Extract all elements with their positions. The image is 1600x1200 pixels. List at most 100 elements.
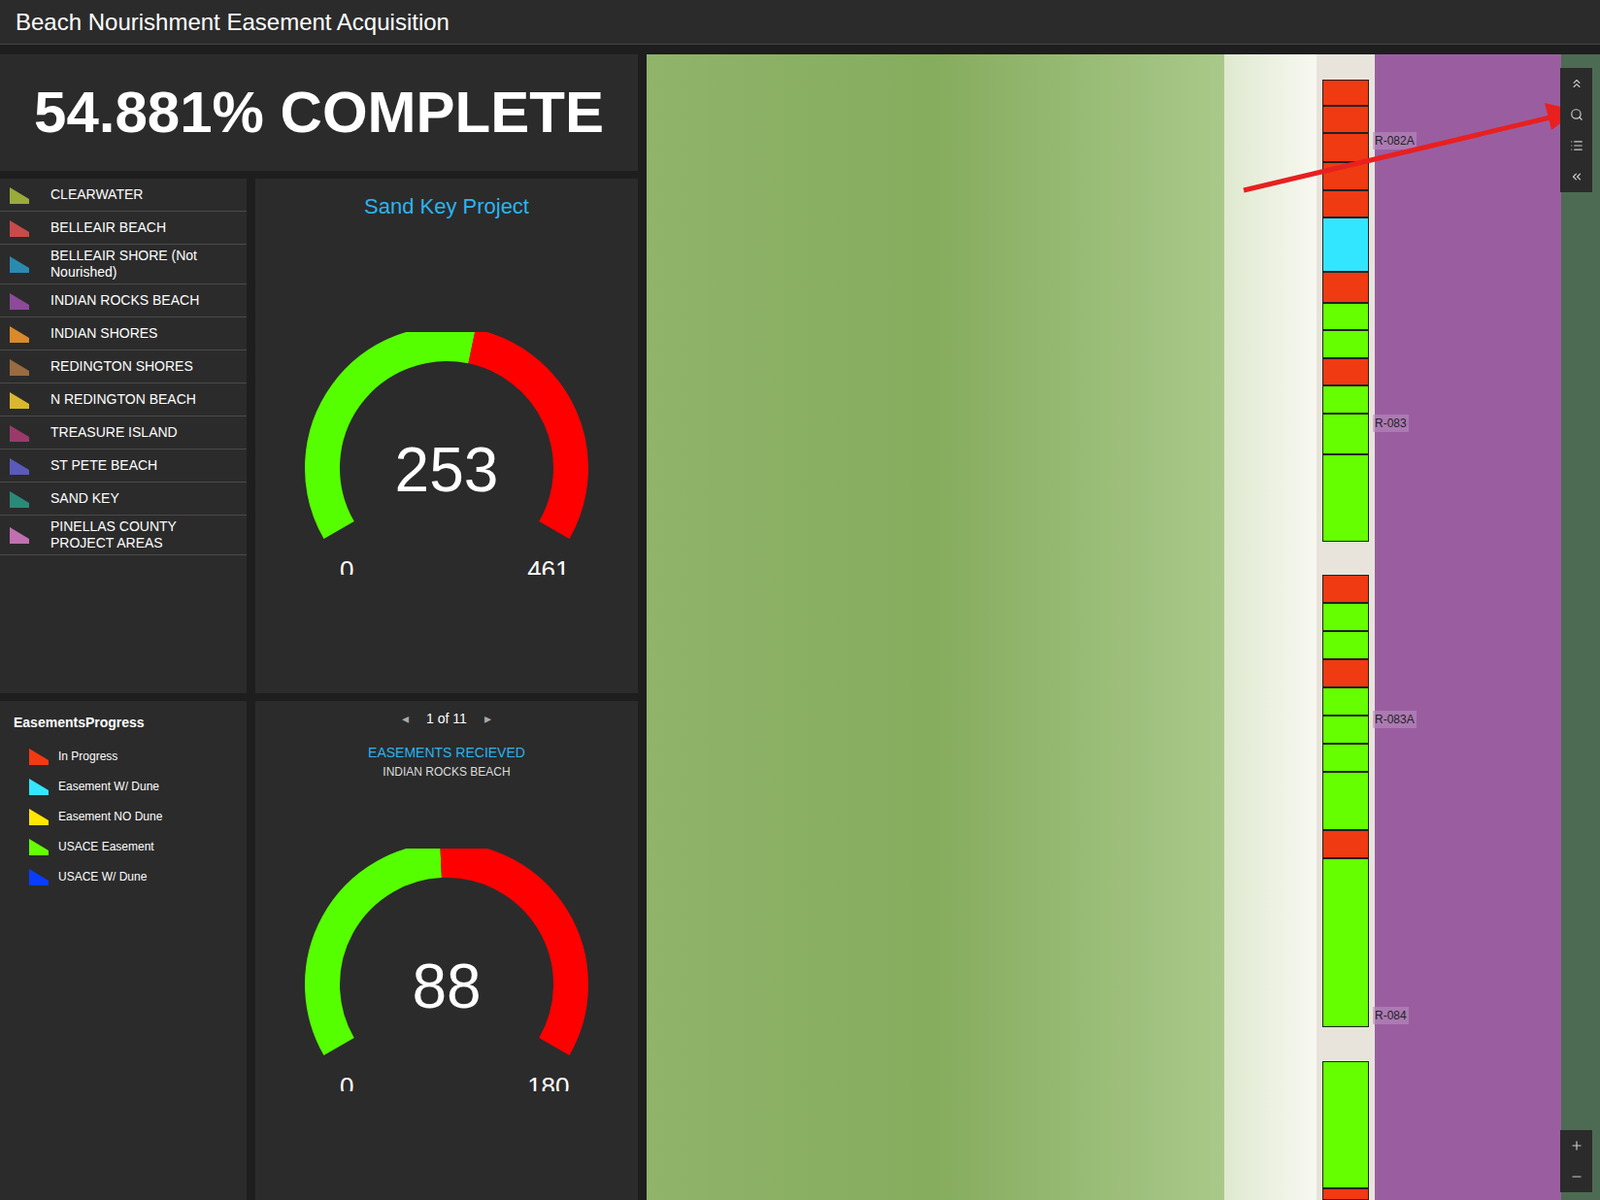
page-indicator: 1 of 11 [426, 708, 467, 730]
legend-item[interactable]: Easement W/ Dune [13, 774, 234, 798]
swatch-icon [27, 776, 51, 797]
legend-item[interactable]: INDIAN SHORES [0, 317, 247, 351]
legend-item[interactable]: USACE W/ Dune [13, 865, 234, 888]
parcel[interactable] [1322, 1061, 1369, 1189]
parcel[interactable] [1322, 302, 1369, 331]
bottom-row: EasementsProgress In Progress Easement W/ … [0, 700, 638, 1200]
legend-item[interactable]: BELLEAIR SHORE (Not Nourished) [0, 244, 247, 285]
legend-item[interactable]: PINELLAS COUNTY PROJECT AREAS [0, 515, 247, 556]
chevrons-left-icon [1569, 169, 1584, 184]
svg-text:0: 0 [339, 555, 354, 575]
legend-item[interactable]: TREASURE ISLAND [0, 416, 247, 450]
parcel[interactable] [1322, 133, 1369, 163]
parcel[interactable] [1322, 358, 1369, 386]
list-icon [1569, 138, 1584, 153]
body: 54.881% COMPLETECLEARWATERBELLEAIR BEACH… [0, 44, 1600, 1200]
swatch-icon [27, 806, 51, 827]
svg-text:88: 88 [411, 951, 481, 1022]
parcel[interactable] [1322, 771, 1369, 831]
search-button[interactable] [1560, 99, 1593, 131]
next-button[interactable]: ▸ [484, 708, 492, 730]
swatch-icon [7, 324, 32, 344]
legend-item[interactable]: N REDINGTON BEACH [0, 383, 247, 417]
legend-item[interactable]: Easement NO Dune [13, 804, 234, 828]
parcel[interactable] [1322, 830, 1369, 859]
parcel[interactable] [1322, 1188, 1369, 1200]
parcel[interactable] [1322, 687, 1369, 716]
header: Beach Nourishment Easement Acquisition [0, 0, 1600, 45]
parcel[interactable] [1322, 454, 1369, 542]
legend-item[interactable]: CLEARWATER [0, 178, 247, 212]
swatch-icon [7, 489, 32, 509]
gauge-subtitle: INDIAN ROCKS BEACH [382, 763, 510, 781]
parcel[interactable] [1322, 385, 1369, 414]
swatch-icon [7, 525, 32, 545]
parcel-column [1316, 54, 1375, 1200]
app: Beach Nourishment Easement Acquisition 54… [0, 0, 1600, 1200]
parcel[interactable] [1322, 858, 1369, 1028]
canal [1561, 54, 1600, 1200]
parcel[interactable] [1322, 659, 1369, 688]
legend-item[interactable]: INDIAN ROCKS BEACH [0, 284, 247, 318]
map[interactable]: R-082AR-083R-083AR-084 [646, 54, 1600, 1200]
svg-text:461: 461 [527, 555, 569, 575]
pager: ◂ 1 of 11 ▸ [401, 708, 492, 730]
legend-item[interactable]: USACE Easement [13, 834, 234, 858]
legend-item[interactable]: ST PETE BEACH [0, 449, 247, 483]
parcel[interactable] [1322, 105, 1369, 134]
annotation-arrow-icon [646, 54, 1600, 346]
parcel[interactable] [1322, 271, 1369, 303]
parcel[interactable] [1322, 743, 1369, 772]
zoom-controls [1560, 1130, 1593, 1193]
swatch-icon [7, 218, 32, 238]
parcel[interactable] [1322, 631, 1369, 660]
gauge-title: Sand Key Project [364, 190, 530, 223]
legend-item[interactable]: REDINGTON SHORES [0, 350, 247, 384]
parcel[interactable] [1322, 413, 1369, 455]
parcel[interactable] [1322, 715, 1369, 744]
middle-row: CLEARWATERBELLEAIR BEACHBELLEAIR SHORE (… [0, 178, 638, 694]
swatch-icon [7, 423, 32, 443]
swatch-icon [7, 357, 32, 377]
parcel[interactable] [1322, 574, 1369, 603]
easements-legend: EasementsProgress In Progress Easement W/ … [0, 700, 247, 1200]
swatch-icon [7, 291, 32, 311]
parcel-segment [1316, 1061, 1375, 1200]
collapse-up-button[interactable] [1560, 67, 1593, 100]
minus-icon [1569, 1169, 1584, 1184]
legend-item[interactable]: BELLEAIR BEACH [0, 211, 247, 245]
prev-button[interactable]: ◂ [401, 708, 409, 730]
ocean [646, 54, 1225, 1200]
legend-item[interactable]: SAND KEY [0, 482, 247, 516]
zoom-in-button[interactable] [1560, 1130, 1593, 1162]
parcel[interactable] [1322, 217, 1369, 272]
search-icon [1569, 107, 1584, 122]
svg-text:180: 180 [527, 1071, 569, 1092]
left-panel: 54.881% COMPLETECLEARWATERBELLEAIR BEACH… [0, 44, 638, 1200]
parcel[interactable] [1322, 162, 1369, 191]
parcel[interactable] [1322, 602, 1369, 632]
swatch-icon [27, 746, 51, 767]
zoom-out-button[interactable] [1560, 1161, 1593, 1193]
project-gauge: 2530461 [300, 332, 593, 575]
chevrons-up-icon [1569, 76, 1584, 91]
layers-button[interactable] [1560, 130, 1593, 162]
easements-legend-title: EasementsProgress [13, 712, 234, 734]
legend-item[interactable]: In Progress [13, 744, 234, 767]
svg-text:0: 0 [339, 1071, 354, 1092]
range-label: R-083 [1372, 414, 1409, 433]
swatch-icon [7, 456, 32, 476]
swatch-icon [27, 866, 51, 887]
parcel[interactable] [1322, 79, 1369, 106]
swatch-icon [7, 390, 32, 410]
collapse-button[interactable] [1560, 161, 1593, 193]
swatch-icon [27, 836, 51, 857]
range-label: R-083A [1372, 710, 1417, 729]
parcel[interactable] [1322, 330, 1369, 359]
parcel[interactable] [1322, 190, 1369, 218]
land [1374, 54, 1562, 1200]
range-label: R-082A [1372, 132, 1417, 150]
easements-gauge-card: ◂ 1 of 11 ▸ EASEMENTS RECIEVEDINDIAN ROCKS … [255, 700, 638, 1200]
progress-card: 54.881% COMPLETE [0, 54, 638, 171]
gauge-title: EASEMENTS RECIEVED [367, 742, 526, 764]
